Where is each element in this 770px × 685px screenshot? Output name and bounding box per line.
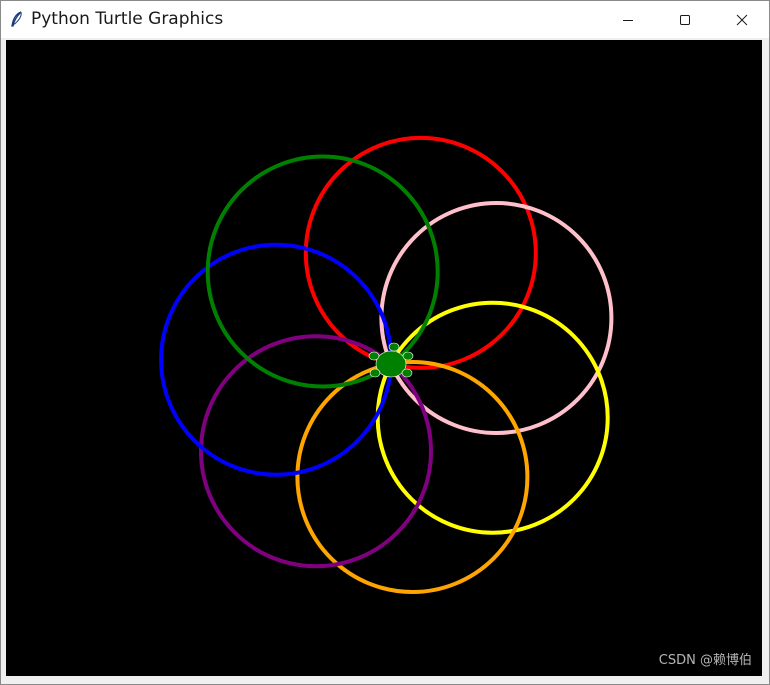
minimize-icon: [622, 19, 633, 21]
maximize-icon: [679, 14, 690, 25]
feather-icon: [11, 11, 22, 27]
circle-6: [159, 242, 394, 477]
maximize-button[interactable]: [656, 1, 713, 38]
window-client-area: CSDN @赖博伯: [4, 38, 766, 680]
circle-3: [375, 300, 610, 535]
turtle-drawing: [159, 135, 614, 594]
turtle-canvas[interactable]: CSDN @赖博伯: [6, 40, 762, 676]
title-bar[interactable]: Python Turtle Graphics: [1, 1, 769, 38]
close-icon: [736, 14, 747, 25]
close-button[interactable]: [713, 1, 769, 38]
turtle-window: Python Turtle Graphics CSDN @赖博伯: [0, 0, 770, 685]
minimize-button[interactable]: [599, 1, 656, 38]
watermark-text: CSDN @赖博伯: [658, 653, 752, 668]
window-title: Python Turtle Graphics: [31, 9, 224, 29]
